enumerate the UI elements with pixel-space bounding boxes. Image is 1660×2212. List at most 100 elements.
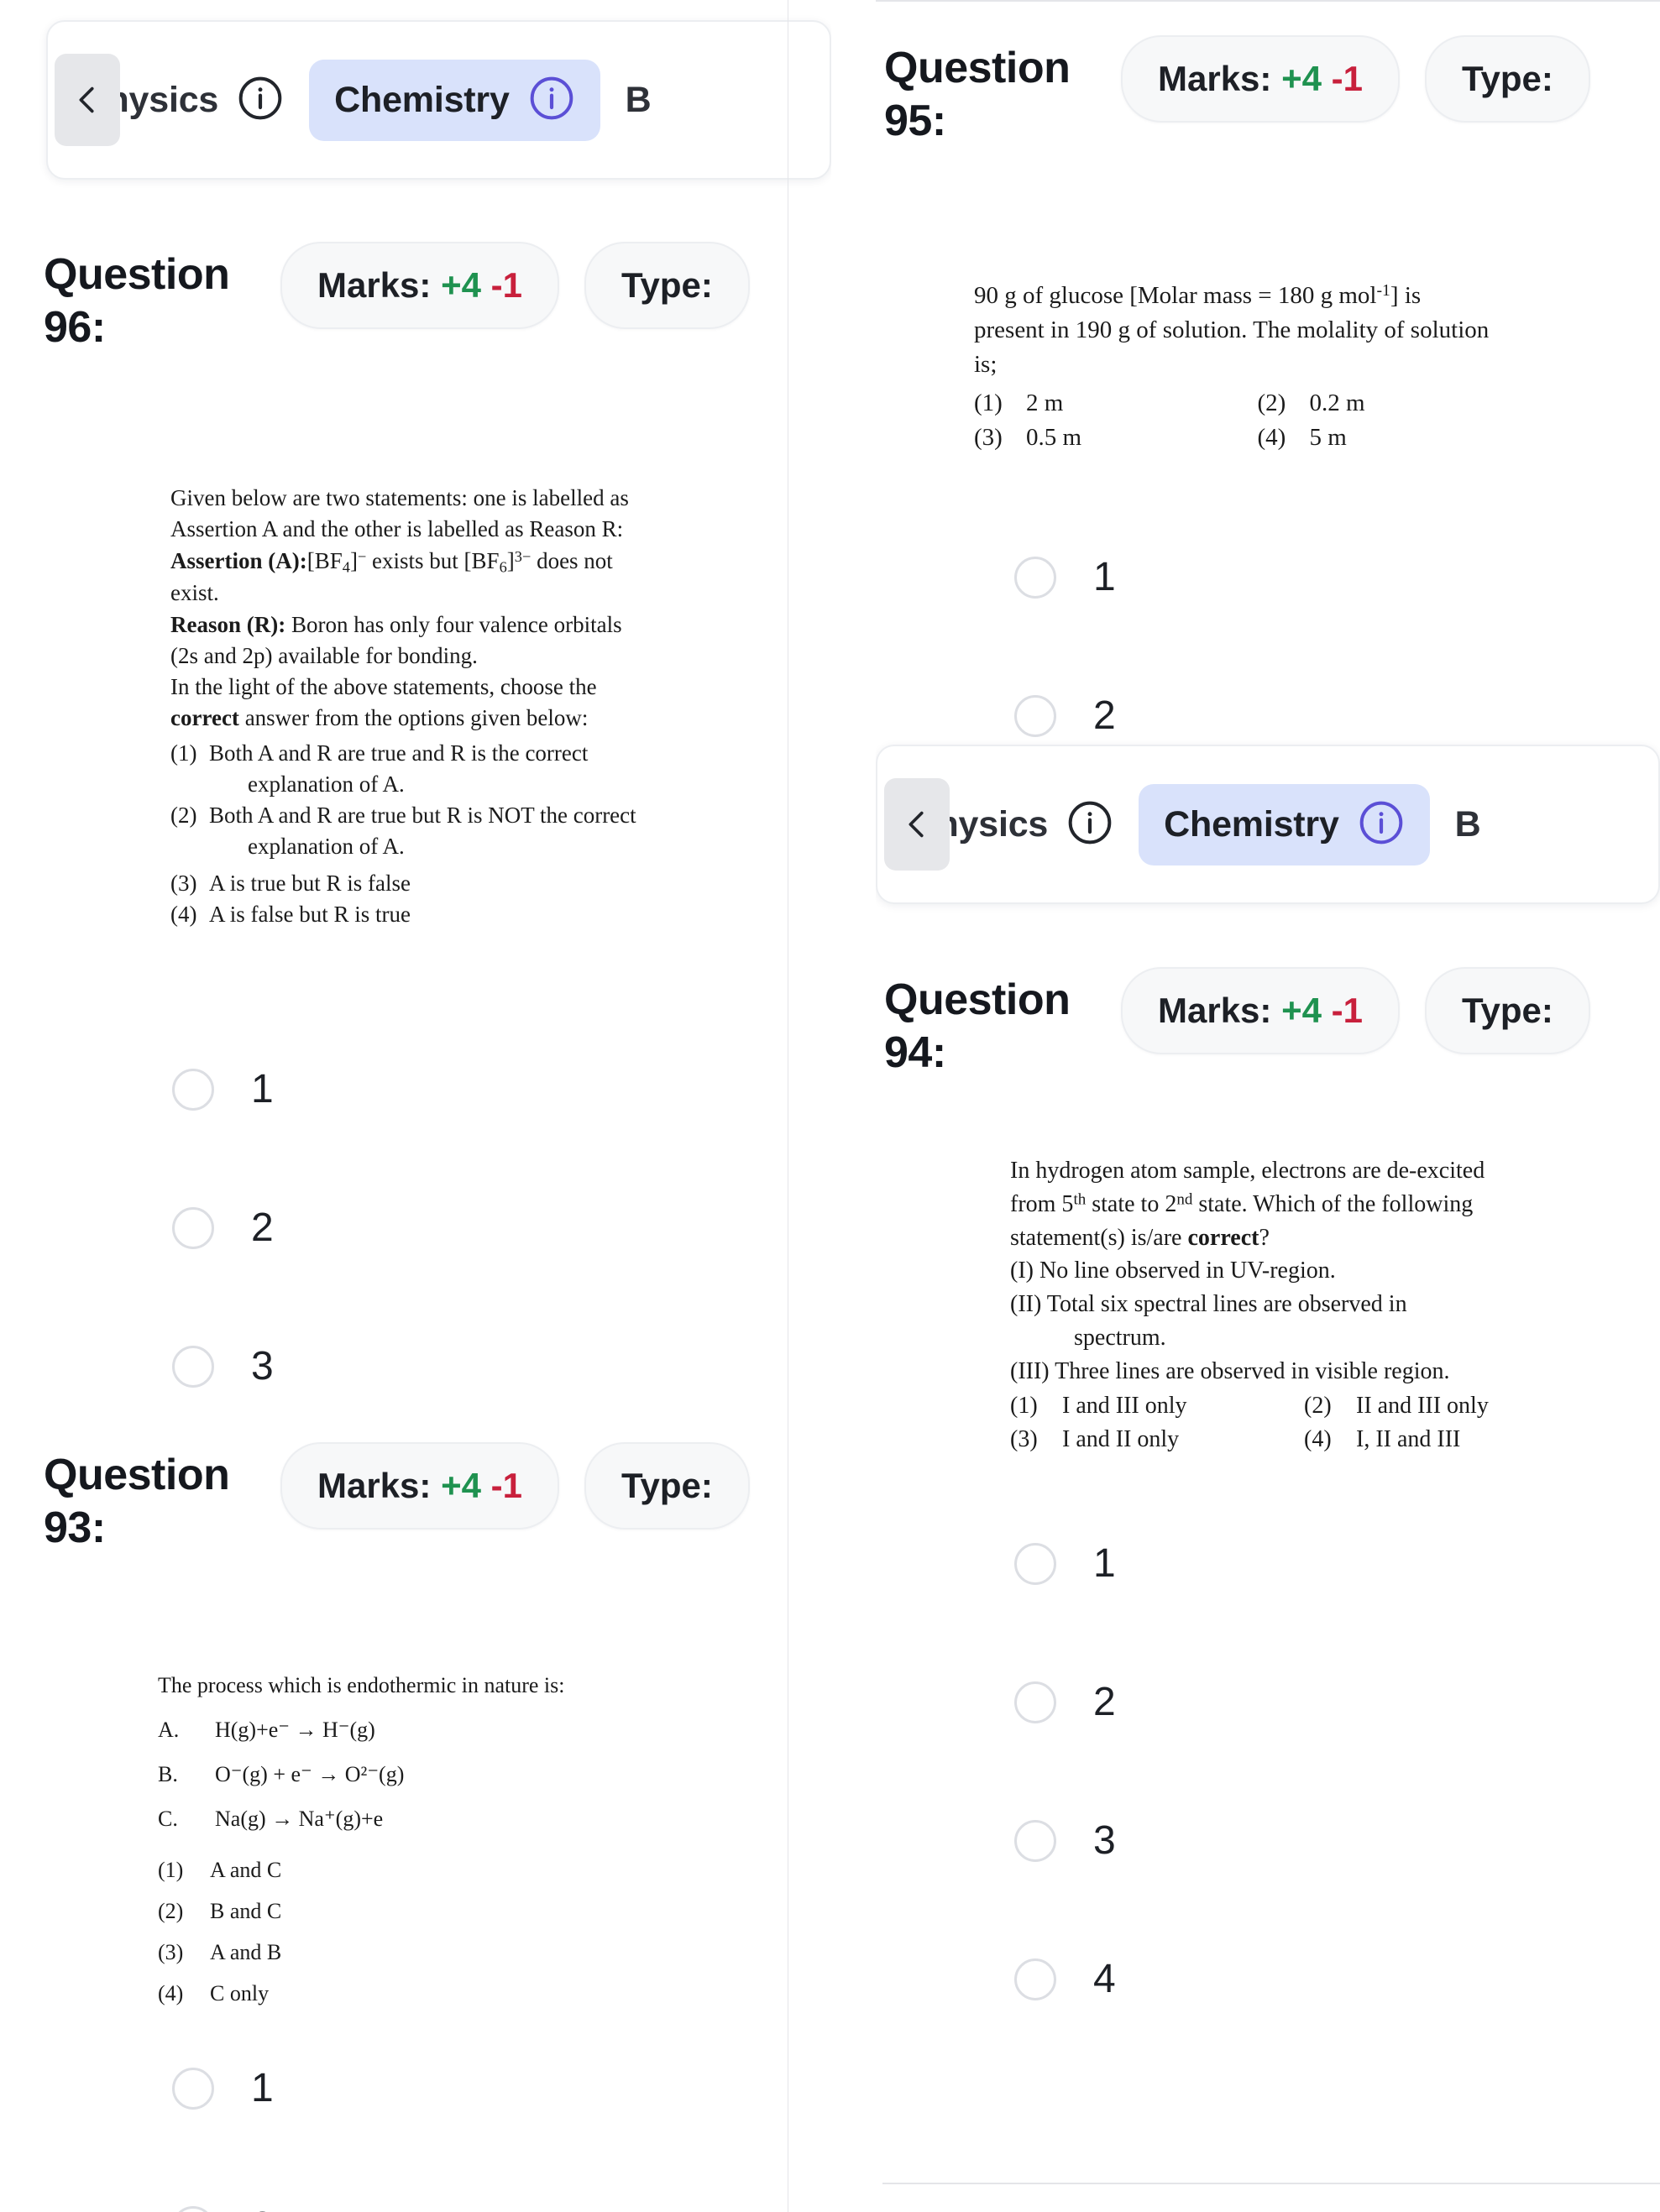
q94-opt3-num: (3) [1010,1426,1038,1452]
radio-button[interactable] [172,1345,214,1388]
q95-opt1-text: 2 m [1026,389,1064,416]
marks-negative: -1 [1331,991,1363,1030]
q95-opt3-num: (3) [974,423,1003,451]
tab-biology-label: B [625,79,652,120]
marks-label: Marks: [1158,991,1272,1030]
q94-opt4-num: (4) [1304,1426,1332,1452]
marks-badge-93: Marks: +4 -1 [280,1442,559,1530]
subject-tabbar-left[interactable]: Physics Chemistry B [46,20,831,180]
bottom-rule [882,2183,1660,2184]
q94-line3: statement(s) is/are correct? [1010,1221,1598,1255]
q96-closing1: In the light of the above statements, ch… [170,674,597,700]
radio-button[interactable] [172,1206,214,1249]
q96-opt4-num: (4) [170,901,197,927]
q94-l3b: ? [1259,1224,1270,1251]
info-circle-icon[interactable] [237,75,284,126]
q96-opt1-l1: Both A and R are true and R is the corre… [209,740,589,766]
radio-button[interactable] [1014,556,1056,599]
radio-button[interactable] [1014,1542,1056,1585]
q94-l2a: from 5 [1010,1190,1074,1217]
q94-options-row2: (3) I and II only (4) I, II and III [1010,1423,1598,1456]
q96-a-c: exists but [BF [366,547,500,573]
choice-label: 1 [1093,1541,1116,1586]
q96-opt4-l1: A is false but R is true [209,901,411,927]
q95-l1b: ] is [1390,282,1422,309]
q96-a-b: ] [349,547,358,573]
choice-option[interactable]: 2 [1014,1679,1116,1725]
info-circle-icon[interactable] [1066,799,1113,850]
q94-statement-2-cont: spectrum. [1074,1324,1166,1351]
choice-option[interactable]: 1 [1014,1540,1116,1587]
choice-option[interactable]: 1 [172,1066,274,1112]
marks-label: Marks: [317,265,432,305]
back-button[interactable] [884,778,950,871]
choice-label: 3 [1093,1818,1116,1863]
chevron-left-icon [909,811,924,838]
q94-statement-3: (III) Three lines are observed in visibl… [1010,1357,1450,1384]
q93-opt2-num: (2) [158,1899,184,1923]
choice-label: 4 [1093,1957,1116,2001]
radio-button[interactable] [1014,1958,1056,2000]
tab-biology[interactable]: B [1430,789,1506,860]
q94-opt1-text: I and III only [1062,1393,1187,1420]
choice-option[interactable]: 2 [172,1205,274,1251]
q96-opt2-l1: Both A and R are true but R is NOT the c… [209,803,636,829]
q95-opt4-text: 5 m [1309,423,1347,451]
choice-label: 2 [251,2204,274,2212]
choice-option[interactable]: 2 [172,2204,274,2212]
question-header-95: Question 95: Marks: +4 -1 Type: [876,35,1660,149]
tab-biology[interactable]: B [600,65,677,136]
q95-line3: is; [974,351,998,379]
left-panel: Physics Chemistry B Question 96: Marks: … [0,0,831,2212]
q95-l1sup: -1 [1376,281,1390,301]
type-badge-96: Type: [584,242,750,329]
q93-title-line2: 93: [44,1503,106,1553]
q93-reaction-a: A. H(g)+e⁻ → H⁻(g) [158,1713,729,1746]
q93-reaction-c: C. Na(g) → Na⁺(g)+e [158,1802,729,1835]
choice-option[interactable]: 4 [1014,1956,1116,2002]
marks-badge-95: Marks: +4 -1 [1121,35,1400,123]
q95-option-1: (1) 2 m [974,386,1258,421]
info-circle-icon[interactable] [1358,799,1405,850]
info-circle-icon[interactable] [528,75,575,126]
choice-label: 3 [251,1344,274,1388]
q94-opt4-text: I, II and III [1356,1426,1461,1452]
q93-option-3: (3) A and B [158,1936,729,1969]
q96-reason-label: Reason (R): [170,611,286,637]
type-label: Type: [1462,991,1553,1030]
tab-chemistry[interactable]: Chemistry [1139,783,1430,865]
q95-opt4-num: (4) [1257,423,1286,451]
type-badge-93: Type: [584,1442,750,1530]
radio-button[interactable] [172,2067,214,2110]
radio-button[interactable] [172,2205,214,2212]
choice-option[interactable]: 3 [1014,1817,1116,1864]
choice-option[interactable]: 3 [172,1343,274,1389]
q96-closing2: correct answer from the options given be… [170,703,735,734]
marks-badge-96: Marks: +4 -1 [280,242,559,329]
q93-title-line1: Question [44,1451,230,1499]
q95-l1a: 90 g of glucose [Molar mass = 180 g mol [974,282,1377,309]
q96-closing-bold: correct [170,705,239,731]
radio-button[interactable] [1014,694,1056,737]
choice-option[interactable]: 1 [1014,554,1116,600]
q93-opt3-text: A and B [210,1940,282,1964]
radio-button[interactable] [1014,1819,1056,1862]
subject-tabbar-right[interactable]: Physics Chemistry B [876,745,1660,904]
radio-button[interactable] [172,1068,214,1111]
q96-reason-cont: (2s and 2p) available for bonding. [170,642,478,668]
choice-option[interactable]: 2 [1014,693,1116,739]
back-button[interactable] [55,54,120,146]
q95-line1: 90 g of glucose [Molar mass = 180 g mol-… [974,279,1541,313]
marks-negative: -1 [490,265,522,305]
q96-a-a: [BF [306,547,343,573]
q96-closing: In the light of the above statements, ch… [170,672,735,703]
q93-opt1-text: A and C [210,1858,282,1882]
q94-statement-2: (II) Total six spectral lines are observ… [1010,1291,1407,1317]
app-screen: Physics Chemistry B Question 96: Marks: … [0,0,1660,2212]
choice-option[interactable]: 1 [172,2065,274,2111]
q95-opt1-num: (1) [974,389,1003,416]
tab-chemistry[interactable]: Chemistry [309,59,600,141]
radio-button[interactable] [1014,1681,1056,1723]
type-label: Type: [621,265,713,305]
q96-closing2-text: answer from the options given below: [238,705,589,731]
